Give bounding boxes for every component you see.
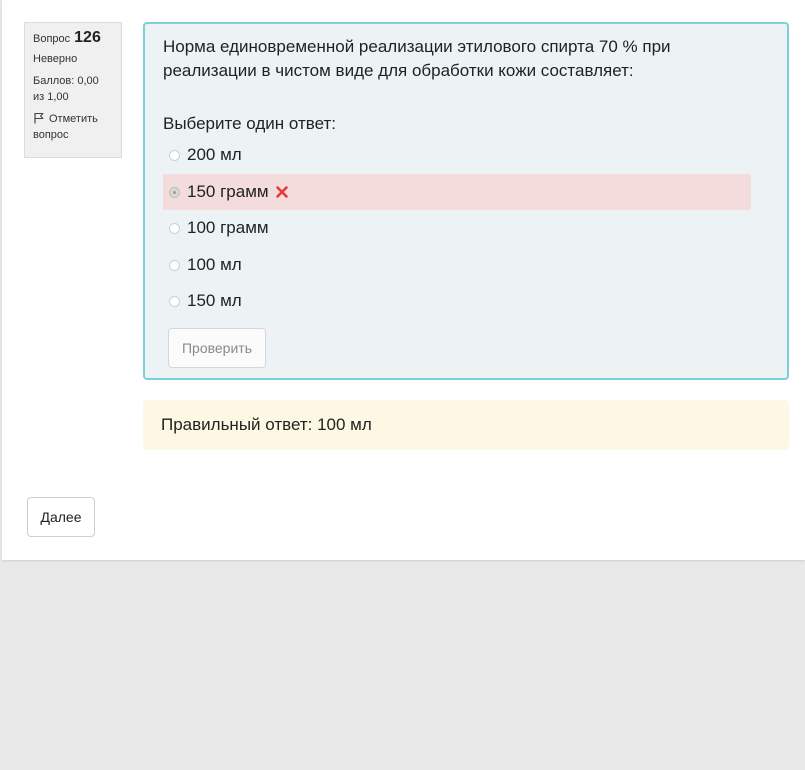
answer-option[interactable]: 100 мл — [163, 247, 751, 283]
question-number-label: Вопрос — [33, 33, 71, 45]
answer-option-incorrect[interactable]: 150 грамм — [163, 174, 751, 210]
answer-option[interactable]: 200 мл — [163, 137, 751, 173]
answer-option[interactable]: 150 мл — [163, 283, 751, 319]
answer-prompt: Выберите один ответ: — [163, 114, 336, 133]
answer-option[interactable]: 100 грамм — [163, 210, 751, 246]
radio-button[interactable] — [169, 149, 180, 161]
radio-button-selected[interactable] — [169, 186, 180, 198]
question-info-panel: Вопрос 126 Неверно Баллов: 0,00 из 1,00 … — [24, 22, 122, 158]
right-answer-feedback: Правильный ответ: 100 мл — [143, 400, 789, 450]
answer-option-label: 150 грамм — [187, 182, 269, 201]
answer-option-label: 150 мл — [187, 291, 242, 310]
right-answer-text: Правильный ответ: 100 мл — [161, 415, 372, 434]
radio-button[interactable] — [169, 259, 180, 271]
answer-option-label: 100 мл — [187, 255, 242, 274]
check-button[interactable]: Проверить — [168, 328, 266, 368]
cross-icon — [275, 185, 289, 199]
question-number-value: 126 — [74, 29, 101, 46]
question-state: Неверно — [33, 53, 78, 65]
flag-icon — [34, 113, 44, 124]
question-number: Вопрос 126 — [33, 29, 113, 47]
radio-button[interactable] — [169, 295, 180, 307]
answer-option-label: 100 грамм — [187, 218, 269, 237]
question-content: Норма единовременной реализации этиловог… — [143, 22, 789, 380]
answer-option-label: 200 мл — [187, 145, 242, 164]
flag-question-link[interactable]: Отметить вопрос — [33, 111, 113, 143]
radio-button[interactable] — [169, 222, 180, 234]
question-grade: Баллов: 0,00 из 1,00 — [33, 75, 99, 103]
next-button[interactable]: Далее — [27, 497, 95, 537]
quiz-page: Вопрос 126 Неверно Баллов: 0,00 из 1,00 … — [2, 0, 805, 560]
question-text: Норма единовременной реализации этиловог… — [163, 37, 671, 80]
